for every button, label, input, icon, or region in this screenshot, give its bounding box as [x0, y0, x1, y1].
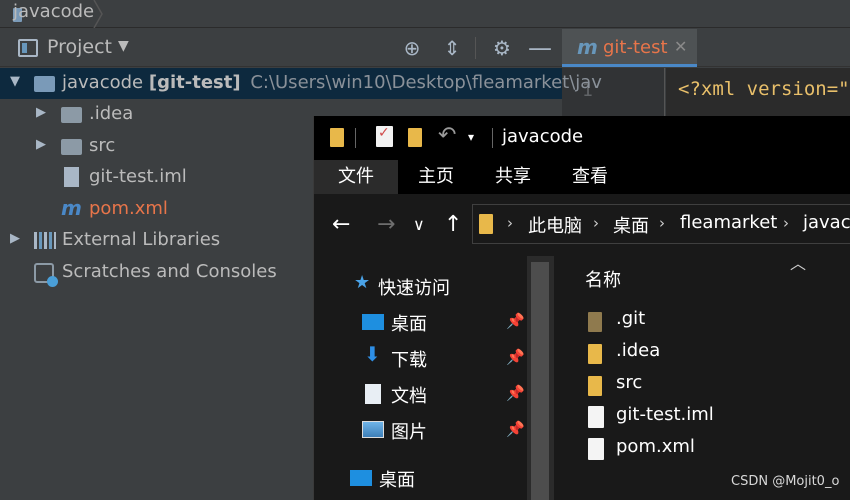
chevron-right-icon[interactable]: ›	[593, 214, 599, 232]
chevron-down-icon[interactable]: ▼	[118, 38, 129, 54]
tree-item-label: pom.xml	[89, 198, 168, 219]
file-icon	[588, 406, 604, 428]
folder-icon	[588, 344, 602, 364]
column-header-name[interactable]: 名称	[585, 266, 621, 292]
chevron-right-icon[interactable]: ▶	[10, 231, 20, 246]
toolbar-divider	[355, 128, 356, 148]
navigation-bar: javacode	[0, 0, 850, 28]
project-toolbar: Project ▼ ⊕ ⇕ ⚙ —	[0, 29, 562, 67]
chevron-right-icon[interactable]: ›	[783, 214, 789, 232]
download-icon: ⬇	[364, 342, 381, 366]
tree-item-javacode[interactable]: ▼ javacode [git-test] C:\Users\win10\Des…	[0, 68, 602, 99]
desktop-icon	[362, 314, 384, 330]
tab-share[interactable]: 共享	[474, 160, 552, 194]
project-path: C:\Users\win10\Desktop\fleamarket\jav	[250, 72, 602, 93]
tree-item-label: git-test.iml	[89, 166, 187, 187]
undo-icon[interactable]: ↶	[438, 123, 456, 148]
tree-item-label: src	[89, 135, 116, 156]
tab-bar-empty	[697, 29, 850, 67]
file-icon	[588, 438, 604, 460]
new-folder-icon[interactable]	[408, 128, 422, 147]
editor-tab-pom[interactable]: m git-test ✕	[562, 29, 697, 67]
customize-toolbar-icon[interactable]: ▾	[468, 130, 474, 144]
close-icon[interactable]: ✕	[674, 37, 687, 56]
branch-label: [git-test]	[148, 72, 241, 93]
address-segment[interactable]: javaco	[803, 212, 850, 233]
project-view-selector[interactable]: Project	[47, 36, 112, 58]
title-bar: ↶ ▾ javacode	[314, 116, 850, 160]
tab-view[interactable]: 查看	[552, 160, 628, 194]
watermark: CSDN @Mojit0_o	[731, 474, 840, 489]
nav-pane-scrollbar[interactable]	[527, 256, 553, 500]
chevron-right-icon[interactable]: ›	[659, 214, 665, 232]
address-row: ← → ∨ ↑ › 此电脑 › 桌面 › fleamarket › javaco	[314, 194, 850, 256]
tree-item-label: Scratches and Consoles	[62, 261, 277, 282]
star-icon: ★	[354, 272, 371, 293]
project-view-icon	[18, 39, 38, 57]
window-title: javacode	[502, 126, 584, 147]
chevron-down-icon[interactable]: ▼	[10, 74, 20, 89]
tree-item-label: .idea	[89, 103, 134, 124]
tree-item-label: javacode	[62, 72, 144, 93]
maven-icon: m	[577, 35, 598, 59]
locate-file-icon[interactable]: ⊕	[400, 36, 424, 60]
properties-icon[interactable]	[376, 125, 393, 147]
code-line: <?xml version="	[678, 78, 850, 100]
scratches-icon	[34, 263, 58, 287]
gear-icon[interactable]: ⚙	[490, 36, 514, 60]
address-bar[interactable]: › 此电脑 › 桌面 › fleamarket › javaco	[472, 204, 850, 244]
chevron-right-icon[interactable]: ▶	[36, 105, 46, 120]
library-icon	[34, 232, 56, 249]
folder-icon	[588, 312, 602, 332]
address-segment[interactable]: fleamarket	[680, 212, 777, 233]
chevron-right-icon[interactable]: ▶	[36, 137, 46, 152]
module-folder-icon	[34, 76, 55, 92]
toolbar-divider	[475, 37, 476, 59]
collapse-all-icon[interactable]: ⇕	[440, 36, 464, 60]
pin-icon[interactable]: 📌	[506, 348, 525, 366]
pin-icon[interactable]: 📌	[506, 420, 525, 438]
chevron-right-icon[interactable]: ›	[507, 214, 513, 232]
back-arrow-icon[interactable]: ←	[332, 212, 350, 237]
ribbon-tabs: 文件 主页 共享 查看	[314, 160, 850, 194]
folder-icon	[61, 107, 82, 123]
folder-icon	[61, 139, 82, 155]
pin-icon[interactable]: 📌	[506, 312, 525, 330]
tab-home[interactable]: 主页	[398, 160, 474, 194]
maven-icon: m	[61, 196, 82, 220]
tab-file[interactable]: 文件	[314, 160, 398, 194]
breadcrumb-separator-icon	[93, 0, 103, 28]
tree-item-label: External Libraries	[62, 229, 221, 250]
address-segment[interactable]: 此电脑	[528, 212, 582, 238]
forward-arrow-icon[interactable]: →	[377, 212, 395, 237]
desktop-icon	[350, 470, 372, 486]
sort-ascending-icon: ︿	[790, 254, 807, 273]
minimize-icon[interactable]: —	[528, 36, 552, 60]
tab-label: git-test	[603, 37, 668, 58]
iml-file-icon	[64, 167, 79, 187]
pictures-icon	[362, 421, 384, 438]
folder-icon	[588, 376, 602, 396]
toolbar-divider	[492, 128, 493, 148]
address-segment[interactable]: 桌面	[613, 212, 649, 238]
folder-icon	[479, 214, 493, 234]
navigation-pane: ★ 快速访问 桌面 📌 ⬇ 下载 📌 文档 📌 图片 📌 桌面	[314, 256, 527, 500]
pin-icon[interactable]: 📌	[506, 384, 525, 402]
folder-icon	[330, 128, 344, 147]
file-explorer-window: ↶ ▾ javacode 文件 主页 共享 查看 ← → ∨ ↑ › 此电脑 ›…	[313, 116, 850, 500]
recent-locations-icon[interactable]: ∨	[413, 215, 425, 234]
documents-icon	[365, 384, 381, 404]
scrollbar-thumb[interactable]	[531, 262, 549, 500]
up-arrow-icon[interactable]: ↑	[444, 212, 462, 237]
file-list: ︿ 名称 .git .idea src git-test.iml pom.xml	[554, 254, 850, 500]
